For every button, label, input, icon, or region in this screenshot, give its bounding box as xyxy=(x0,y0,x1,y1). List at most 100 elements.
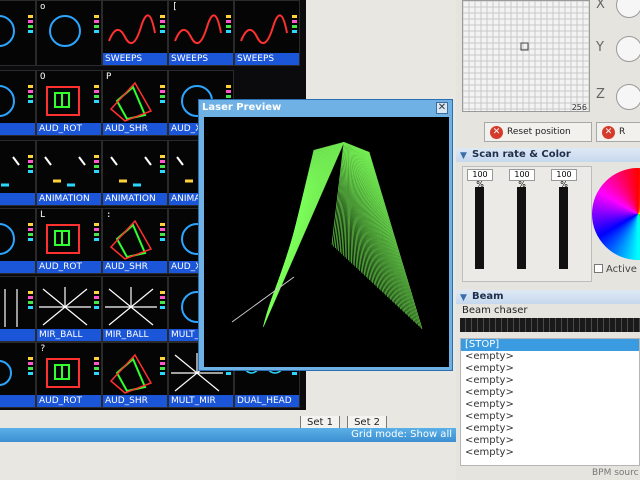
cue-label: MIR_BALL xyxy=(103,329,167,341)
cue-thumbnail xyxy=(0,223,15,255)
reset-position-button[interactable]: ✕ Reset position xyxy=(484,122,592,142)
axis-z-label: Z xyxy=(596,87,605,102)
scan-rate-color-header[interactable]: ▼ Scan rate & Color xyxy=(456,148,640,162)
beam-list-item[interactable]: <empty> xyxy=(461,423,639,435)
cue-level-bars xyxy=(94,85,99,105)
cue-level-bars xyxy=(28,291,33,311)
cue-label: SWEEPS xyxy=(169,53,233,65)
checkbox-icon[interactable] xyxy=(594,264,603,273)
cue-label: AUD_ROT xyxy=(37,123,101,135)
cue-thumbnail xyxy=(44,156,86,187)
cue-label: ANIMATION xyxy=(103,193,167,205)
cue-level-bars xyxy=(28,85,33,105)
cue-cell[interactable]: [SWEEPS xyxy=(168,0,234,66)
cue-label: IGHT xyxy=(0,395,35,407)
fader-2[interactable]: 100 % xyxy=(509,169,537,281)
cue-label: DUAL_HEAD xyxy=(235,395,299,407)
cue-cell[interactable]: MIR_BALL xyxy=(36,276,102,342)
beam-list-item[interactable]: <empty> xyxy=(461,435,639,447)
cue-cell[interactable]: UP xyxy=(0,208,36,274)
axis-y-label: Y xyxy=(596,40,604,55)
cue-thumbnail xyxy=(240,14,288,45)
cue-label: MULT_MIR xyxy=(169,395,233,407)
cue-thumbnail xyxy=(4,289,18,327)
beam-chaser-label: Beam chaser xyxy=(462,305,528,316)
cue-label: P xyxy=(0,123,35,135)
fader-3-value: 100 % xyxy=(551,169,577,189)
cue-cell[interactable]: MIR_BALL xyxy=(102,276,168,342)
beam-list-item[interactable]: <empty> xyxy=(461,447,639,459)
beam-list-item[interactable]: <empty> xyxy=(461,411,639,423)
cue-label: UP xyxy=(0,261,35,273)
laser-line xyxy=(367,151,418,325)
cue-cell[interactable]: P AUD_SHR xyxy=(102,70,168,136)
cue-label: AUD_SHR xyxy=(103,395,167,407)
cue-thumbnail xyxy=(174,14,222,45)
cue-level-bars xyxy=(160,357,165,377)
beam-list-item[interactable]: <empty> xyxy=(461,351,639,363)
cue-cell[interactable]: L AUD_ROT xyxy=(36,208,102,274)
beam-chaser-strip[interactable] xyxy=(460,318,640,332)
cue-cell[interactable] xyxy=(0,0,36,66)
fader-group: 100 % 100 % 100 % xyxy=(462,166,592,282)
cue-thumbnail xyxy=(108,14,156,45)
color-wheel-disc[interactable] xyxy=(592,168,640,260)
cue-label: ION xyxy=(0,193,35,205)
cue-cell[interactable]: SWEEPS xyxy=(234,0,300,66)
cue-cell[interactable]: ANIMATION xyxy=(102,140,168,206)
laser-line xyxy=(368,151,421,328)
fader-1[interactable]: 100 % xyxy=(467,169,495,281)
cue-thumbnail xyxy=(1,156,20,187)
cue-level-bars xyxy=(160,15,165,35)
cue-label: SWEEPS xyxy=(103,53,167,65)
beam-list-item[interactable]: <empty> xyxy=(461,375,639,387)
axis-x-label: X xyxy=(596,0,605,12)
right-panel: 256 X Y Z ✕ Reset position ✕ R ▼ Scan ra… xyxy=(456,0,640,480)
cue-level-bars xyxy=(28,15,33,35)
beam-list[interactable]: [STOP] <empty> <empty> <empty> <empty> <empty… xyxy=(460,338,640,466)
cue-level-bars xyxy=(94,155,99,175)
fader-3[interactable]: 100 % xyxy=(551,169,579,281)
cue-cell[interactable]: o xyxy=(36,0,102,66)
fader-3-track[interactable] xyxy=(559,187,568,269)
cue-level-bars xyxy=(226,15,231,35)
reset-secondary-button[interactable]: ✕ R xyxy=(596,122,640,142)
collapse-icon: ▼ xyxy=(460,293,467,303)
reset-position-label: Reset position xyxy=(507,127,571,137)
laser-preview-window[interactable]: Laser Preview ✕ xyxy=(198,99,453,371)
fader-2-track[interactable] xyxy=(517,187,526,269)
beam-list-item[interactable]: <empty> xyxy=(461,387,639,399)
fader-1-track[interactable] xyxy=(475,187,484,269)
cue-cell[interactable]: ANIMATION xyxy=(36,140,102,206)
fader-1-value: 100 % xyxy=(467,169,493,189)
cue-thumbnail xyxy=(105,287,157,326)
beam-list-item[interactable]: [STOP] xyxy=(461,339,639,351)
cue-cell[interactable]: : AUD_SHR xyxy=(102,208,168,274)
beam-header[interactable]: ▼ Beam xyxy=(456,290,640,304)
cue-cell[interactable]: ION xyxy=(0,140,36,206)
close-icon[interactable]: ✕ xyxy=(436,102,448,114)
cue-cell[interactable]: P xyxy=(0,70,36,136)
cue-level-bars xyxy=(160,85,165,105)
cue-thumbnail xyxy=(0,360,12,386)
xy-position-pad[interactable]: 256 xyxy=(462,0,590,112)
cue-label: MIR_BALL xyxy=(37,329,101,341)
cue-cell[interactable]: ? AUD_ROT xyxy=(36,342,102,408)
cue-cell[interactable]: O AUD_ROT xyxy=(36,70,102,136)
cue-level-bars xyxy=(28,155,33,175)
x-knob[interactable] xyxy=(616,0,640,18)
reset-secondary-label: R xyxy=(619,127,626,137)
grid-mode-bar[interactable]: Grid mode: Show all xyxy=(0,428,458,442)
color-wheel[interactable] xyxy=(592,168,640,260)
beam-list-item[interactable]: <empty> xyxy=(461,363,639,375)
beam-list-item[interactable]: <empty> xyxy=(461,399,639,411)
preview-title: Laser Preview xyxy=(202,102,282,113)
cue-cell[interactable]: IGHT xyxy=(0,342,36,408)
close-icon: ✕ xyxy=(602,126,615,139)
active-checkbox[interactable]: Active xyxy=(594,264,637,275)
z-knob[interactable] xyxy=(616,84,640,110)
cue-cell[interactable]: SWEEPS xyxy=(102,0,168,66)
y-knob[interactable] xyxy=(616,36,640,62)
cue-cell[interactable]: AUD_SHR xyxy=(102,342,168,408)
cue-cell[interactable]: BALL xyxy=(0,276,36,342)
